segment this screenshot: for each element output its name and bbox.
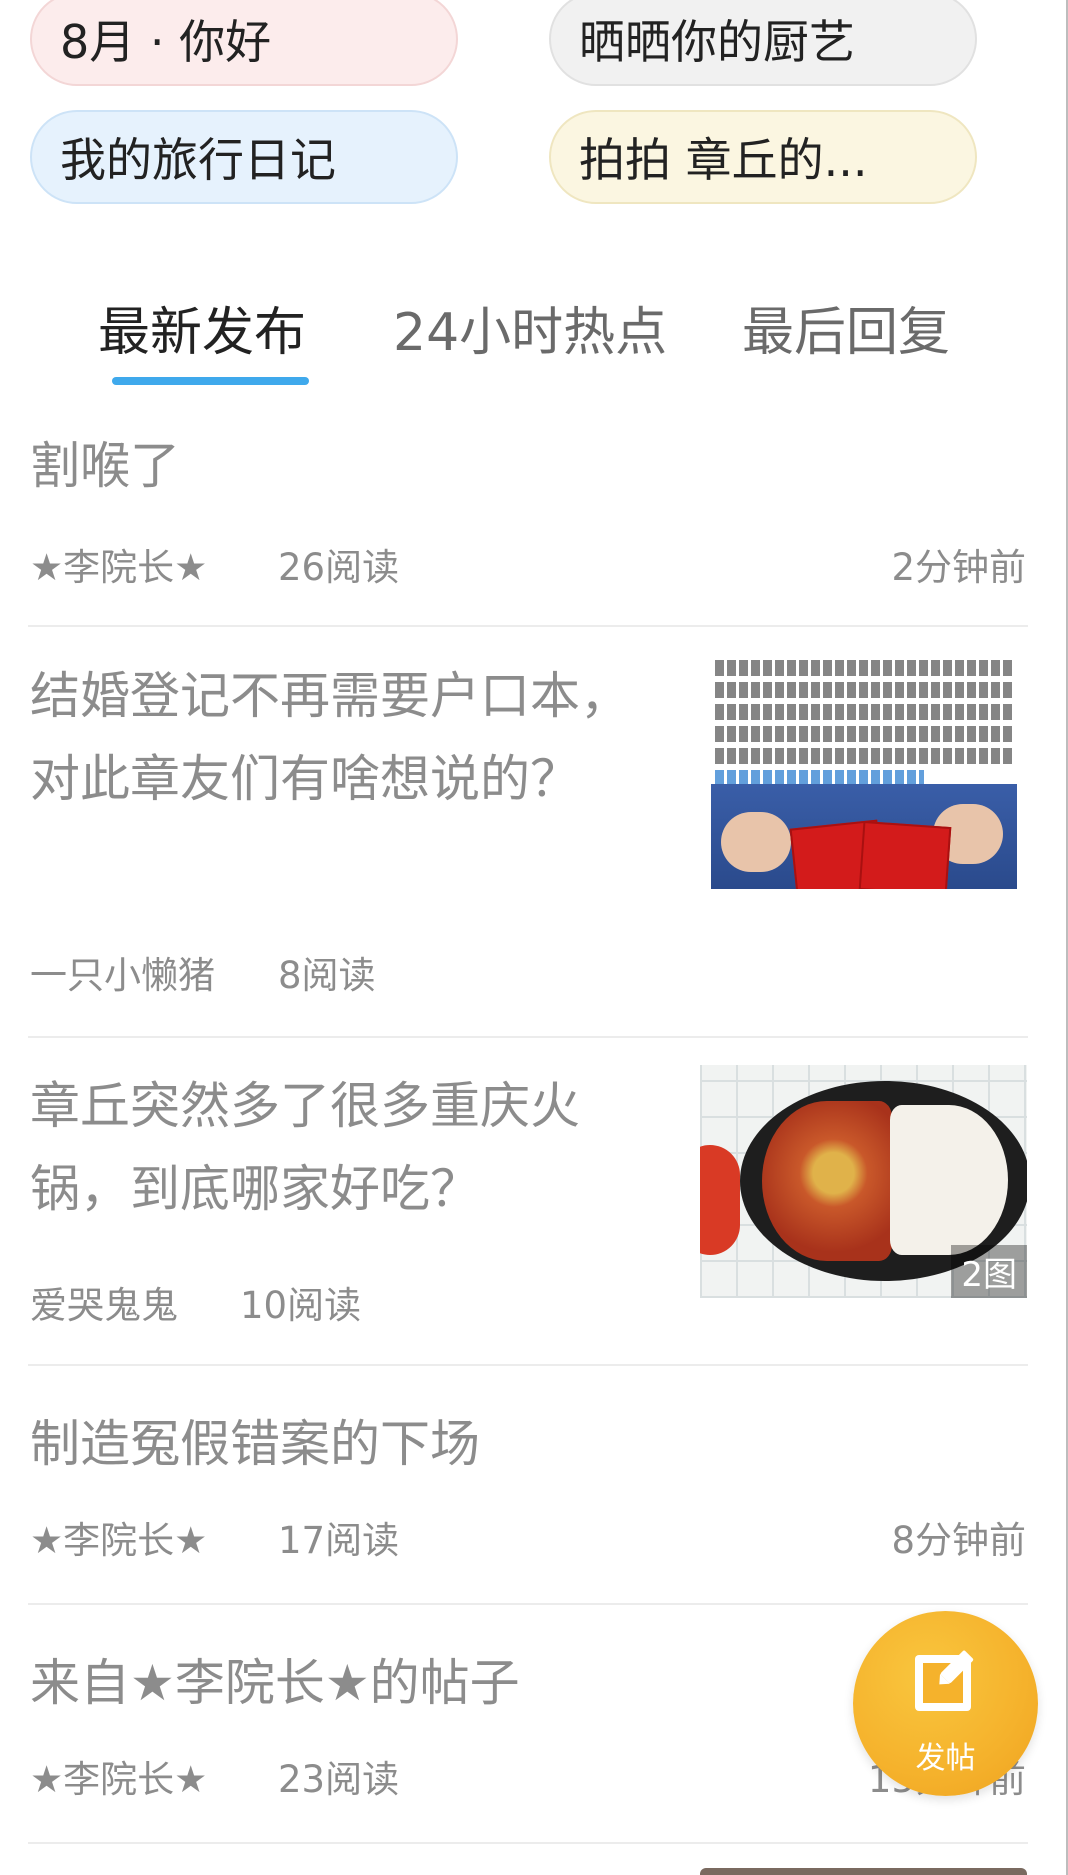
post-author: ★李院长★ — [30, 1758, 208, 1801]
post-item[interactable]: 割喉了 ★李院长★ 26阅读 2分钟前 — [30, 425, 1028, 615]
post-title: 章丘突然多了很多重庆火锅，到底哪家好吃？ — [30, 1077, 580, 1218]
divider — [28, 1364, 1028, 1366]
post-author: ★李院长★ — [30, 546, 208, 589]
post-reads: 8阅读 — [278, 954, 376, 997]
post-thumbnail[interactable] — [700, 1868, 1027, 1875]
post-author: 一只小懒猪 — [30, 954, 215, 997]
post-item[interactable]: 制造冤假错案的下场 ★李院长★ 17阅读 8分钟前 — [30, 1403, 1028, 1603]
post-reads: 26阅读 — [278, 546, 400, 589]
post-reads: 23阅读 — [278, 1758, 400, 1801]
divider — [28, 1842, 1028, 1844]
post-author: 爱哭鬼鬼 — [30, 1284, 178, 1327]
divider — [28, 625, 1028, 627]
tab-bar: 最新发布 24小时热点 最后回复 — [0, 280, 1068, 400]
divider — [28, 1603, 1028, 1605]
post-thumbnail[interactable] — [711, 654, 1017, 889]
new-post-button[interactable]: 发帖 — [853, 1611, 1038, 1796]
post-time: 8分钟前 — [891, 1519, 1026, 1562]
post-title: 结婚登记不再需要户口本，对此章友们有啥想说的？ — [30, 667, 630, 808]
new-post-label: 发帖 — [915, 1741, 976, 1776]
topic-pill[interactable]: 我的旅行日记 — [30, 110, 458, 204]
topic-pill[interactable]: 晒晒你的厨艺 — [549, 0, 977, 86]
post-thumbnail[interactable]: 2图 — [700, 1065, 1027, 1298]
edit-icon — [915, 1650, 974, 1711]
tab-24h-hot[interactable]: 24小时热点 — [393, 290, 667, 365]
news-text-image — [711, 654, 1017, 786]
post-reads: 17阅读 — [278, 1519, 400, 1562]
post-title: 割喉了 — [30, 437, 180, 495]
post-author: ★李院长★ — [30, 1519, 208, 1562]
tab-latest[interactable]: 最新发布 — [98, 290, 306, 365]
post-time: 2分钟前 — [891, 546, 1026, 589]
post-reads: 10阅读 — [240, 1284, 362, 1327]
divider — [28, 1036, 1028, 1038]
post-title: 制造冤假错案的下场 — [30, 1415, 480, 1473]
topic-pill[interactable]: 8月 · 你好 — [30, 0, 458, 86]
news-photo — [711, 784, 1017, 889]
active-tab-indicator — [112, 377, 309, 385]
topic-pill[interactable]: 拍拍 章丘的... — [549, 110, 977, 204]
post-title: 来自★李院长★的帖子 — [30, 1654, 520, 1712]
image-count-badge: 2图 — [951, 1245, 1027, 1298]
tab-last-reply[interactable]: 最后回复 — [742, 290, 950, 365]
